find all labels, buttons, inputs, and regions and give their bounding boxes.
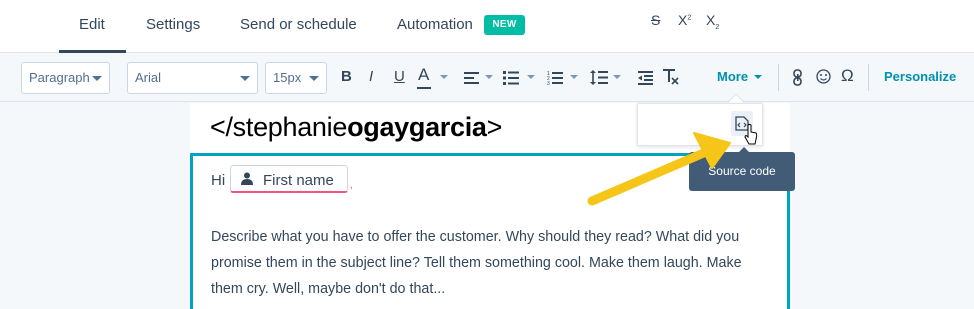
- paragraph-style-value: Paragraph: [29, 70, 90, 85]
- tab-settings[interactable]: Settings: [146, 16, 200, 53]
- font-family-value: Arial: [135, 70, 162, 85]
- chevron-down-icon: [92, 76, 102, 81]
- chevron-down-icon[interactable]: [754, 75, 762, 79]
- superscript-label: X: [678, 12, 688, 28]
- email-logo: </stephanieogaygarcia>: [210, 112, 502, 143]
- logo-text-end: >: [486, 112, 503, 142]
- personalize-button[interactable]: Personalize: [884, 69, 956, 84]
- editor-tab-bar: Edit Settings Send or schedule Automatio…: [0, 0, 974, 53]
- bold-button[interactable]: B: [341, 68, 352, 86]
- tab-automation[interactable]: Automation: [397, 16, 473, 53]
- font-color-swatch: [417, 87, 431, 89]
- bulleted-list-icon[interactable]: [503, 71, 519, 85]
- font-size-value: 15px: [273, 70, 302, 85]
- chevron-down-icon[interactable]: [527, 75, 535, 79]
- chevron-down-icon[interactable]: [440, 75, 448, 79]
- italic-button[interactable]: I: [369, 68, 373, 86]
- logo-text-light: </stephanie: [210, 112, 348, 142]
- formatting-toolbar: Paragraph Arial 15px B I U A 1 2 3 More …: [0, 53, 974, 102]
- personalization-token[interactable]: First name: [230, 165, 348, 193]
- strikethrough-button[interactable]: S: [651, 12, 660, 28]
- tab-send-or-schedule[interactable]: Send or schedule: [240, 16, 357, 53]
- logo-text-bold: ogaygarcia: [347, 112, 487, 142]
- subscript-label: X: [706, 12, 716, 28]
- font-color-label: A: [418, 65, 430, 84]
- emoji-icon[interactable]: [816, 69, 831, 84]
- greeting-text: Hi: [211, 172, 226, 189]
- chevron-down-icon: [240, 76, 250, 81]
- toolbar-divider: [778, 64, 779, 91]
- font-family-select[interactable]: Arial: [127, 62, 258, 94]
- more-button[interactable]: More: [717, 69, 748, 84]
- svg-text:3: 3: [547, 81, 550, 85]
- tab-settings-label: Settings: [146, 16, 201, 33]
- token-label: First name: [263, 172, 334, 189]
- body-paragraph[interactable]: Describe what you have to offer the cust…: [211, 224, 771, 302]
- chevron-down-icon[interactable]: [570, 75, 578, 79]
- clear-format-icon[interactable]: [663, 69, 679, 86]
- tab-automation-label: Automation: [397, 16, 473, 33]
- align-left-icon[interactable]: [464, 71, 480, 85]
- token-trailing-comma: ,: [350, 180, 353, 191]
- tab-edit[interactable]: Edit: [59, 16, 126, 53]
- underline-button[interactable]: U: [394, 68, 405, 86]
- outdent-icon[interactable]: [638, 71, 653, 85]
- chevron-down-icon: [309, 76, 319, 81]
- source-code-tooltip: Source code: [689, 152, 795, 191]
- toolbar-divider: [868, 64, 869, 91]
- font-size-select[interactable]: 15px: [265, 62, 327, 94]
- subscript-button[interactable]: X2: [706, 12, 719, 31]
- line-height-icon[interactable]: [590, 69, 608, 86]
- paragraph-style-select[interactable]: Paragraph: [21, 62, 110, 94]
- user-icon: [241, 172, 253, 185]
- superscript-button[interactable]: X2: [678, 12, 691, 28]
- omega-icon[interactable]: Ω: [841, 67, 854, 85]
- chevron-down-icon[interactable]: [485, 75, 493, 79]
- tab-send-label: Send or schedule: [240, 16, 357, 33]
- chevron-down-icon[interactable]: [613, 75, 621, 79]
- link-icon[interactable]: [792, 69, 804, 86]
- tab-edit-label: Edit: [79, 16, 105, 33]
- font-color-button[interactable]: A: [418, 66, 429, 84]
- numbered-list-icon[interactable]: 1 2 3: [547, 70, 563, 85]
- new-badge: NEW: [484, 15, 525, 35]
- pointer-cursor-icon: [744, 124, 758, 145]
